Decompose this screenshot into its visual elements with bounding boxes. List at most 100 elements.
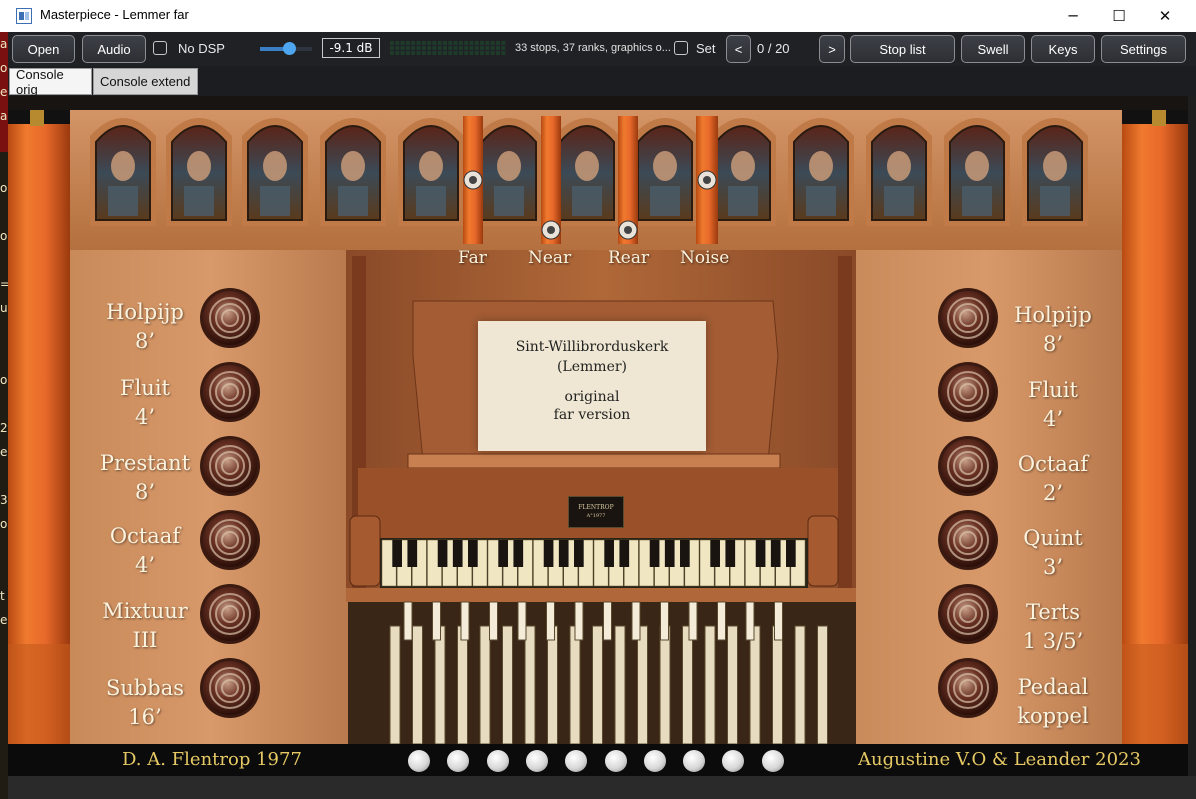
pedal-sharp-key[interactable]	[574, 601, 584, 641]
tab-console-extend[interactable]: Console extend	[93, 68, 198, 95]
pedal-sharp-key[interactable]	[603, 601, 612, 641]
manual-black-key[interactable]	[604, 540, 614, 567]
tab-console-orig[interactable]: Console orig	[9, 67, 92, 97]
pedal-sharp-key[interactable]	[745, 601, 755, 641]
right-stop-label[interactable]: Terts 1 3/5’	[988, 598, 1118, 656]
left-stop-label[interactable]: Octaaf 4’	[80, 522, 210, 580]
pedal-key[interactable]	[659, 625, 671, 745]
right-stop-label[interactable]: Fluit 4’	[988, 376, 1118, 434]
pedal-key[interactable]	[817, 625, 828, 745]
manual-black-key[interactable]	[437, 540, 448, 567]
pedal-key[interactable]	[794, 625, 806, 745]
pedal-key[interactable]	[592, 625, 603, 745]
combination-piston[interactable]	[604, 750, 627, 772]
pedal-key[interactable]	[704, 625, 716, 745]
left-stop-label[interactable]: Prestant 8’	[80, 449, 210, 507]
meter-cell	[448, 41, 453, 45]
manual-black-key[interactable]	[710, 540, 720, 567]
pedal-key[interactable]	[749, 625, 761, 745]
next-combination-button[interactable]: >	[819, 35, 845, 63]
pedal-sharp-key[interactable]	[546, 601, 555, 641]
pedal-key[interactable]	[772, 625, 783, 745]
pedal-key[interactable]	[389, 625, 401, 745]
manual-black-key[interactable]	[558, 540, 569, 567]
pedal-key[interactable]	[614, 625, 626, 745]
manual-black-key[interactable]	[498, 540, 508, 567]
stop-list-button[interactable]: Stop list	[850, 35, 955, 63]
pedal-sharp-key[interactable]	[688, 601, 698, 641]
pedal-key[interactable]	[479, 625, 491, 745]
pedal-sharp-key[interactable]	[460, 601, 470, 641]
pedal-key[interactable]	[457, 625, 468, 745]
pedal-sharp-key[interactable]	[660, 601, 669, 641]
pedal-sharp-key[interactable]	[631, 601, 641, 641]
manual-black-key[interactable]	[392, 540, 402, 567]
manual-black-key[interactable]	[543, 540, 554, 567]
pedal-key[interactable]	[637, 625, 648, 745]
combination-piston[interactable]	[525, 750, 548, 772]
channel-rear-label[interactable]: Rear	[608, 248, 649, 268]
right-stop-label[interactable]: Octaaf 2’	[988, 450, 1118, 508]
combination-piston[interactable]	[722, 750, 745, 772]
manual-black-key[interactable]	[725, 540, 736, 567]
meter-cell	[421, 46, 426, 50]
combination-piston[interactable]	[761, 750, 784, 772]
keys-button[interactable]: Keys	[1031, 35, 1095, 63]
pedal-key[interactable]	[569, 625, 581, 745]
pedal-sharp-key[interactable]	[489, 601, 498, 641]
manual-black-key[interactable]	[680, 540, 690, 567]
manual-black-key[interactable]	[786, 540, 796, 567]
maximize-button[interactable]: ☐	[1096, 0, 1142, 32]
combination-piston[interactable]	[447, 750, 470, 772]
pedal-sharp-key[interactable]	[517, 601, 527, 641]
minimize-button[interactable]: ─	[1050, 0, 1096, 32]
pedal-key[interactable]	[502, 625, 513, 745]
audio-button[interactable]: Audio	[82, 35, 146, 63]
combination-piston[interactable]	[408, 750, 430, 772]
right-stop-label[interactable]: Holpijp 8’	[988, 301, 1118, 359]
set-checkbox[interactable]	[674, 41, 688, 55]
channel-noise-label[interactable]: Noise	[680, 248, 729, 268]
pedal-key[interactable]	[682, 625, 693, 745]
manual-black-key[interactable]	[664, 540, 675, 567]
pedal-key[interactable]	[547, 625, 558, 745]
left-stop-label[interactable]: Holpijp 8’	[80, 298, 210, 356]
manual-black-key[interactable]	[770, 540, 781, 567]
close-button[interactable]: ✕	[1142, 0, 1188, 32]
pedal-key[interactable]	[524, 625, 536, 745]
right-stop-label[interactable]: Quint 3’	[988, 524, 1118, 582]
left-stop-label[interactable]: Subbas 16’	[80, 674, 210, 732]
manual-black-key[interactable]	[755, 540, 766, 567]
stained-glass-window	[320, 118, 386, 226]
pedal-sharp-key[interactable]	[432, 601, 441, 641]
manual-black-key[interactable]	[619, 540, 630, 567]
swell-button[interactable]: Swell	[961, 35, 1025, 63]
volume-slider-handle[interactable]	[282, 42, 296, 55]
manual-black-key[interactable]	[574, 540, 584, 567]
pedal-key[interactable]	[434, 625, 446, 745]
right-stop-label[interactable]: Pedaal koppel	[988, 673, 1118, 731]
combination-piston[interactable]	[565, 750, 588, 772]
manual-black-key[interactable]	[513, 540, 524, 567]
channel-near-label[interactable]: Near	[528, 248, 571, 268]
no-dsp-checkbox[interactable]	[153, 41, 167, 55]
manual-black-key[interactable]	[452, 540, 463, 567]
left-stop-label[interactable]: Fluit 4’	[80, 374, 210, 432]
manual-black-key[interactable]	[468, 540, 478, 567]
left-stop-label[interactable]: Mixtuur III	[80, 597, 210, 655]
settings-button[interactable]: Settings	[1101, 35, 1186, 63]
channel-far-label[interactable]: Far	[458, 248, 487, 268]
pedal-sharp-key[interactable]	[717, 601, 726, 641]
pedal-sharp-key[interactable]	[403, 601, 413, 641]
manual-black-key[interactable]	[407, 540, 418, 567]
pedal-key[interactable]	[727, 625, 738, 745]
combination-piston[interactable]	[643, 750, 666, 772]
combination-piston[interactable]	[683, 750, 706, 772]
manual-black-key[interactable]	[649, 540, 660, 567]
open-button[interactable]: Open	[12, 35, 75, 63]
volume-slider[interactable]	[260, 42, 312, 55]
prev-combination-button[interactable]: <	[726, 35, 751, 63]
pedal-key[interactable]	[412, 625, 423, 745]
pedal-sharp-key[interactable]	[774, 601, 783, 641]
combination-piston[interactable]	[486, 750, 509, 772]
